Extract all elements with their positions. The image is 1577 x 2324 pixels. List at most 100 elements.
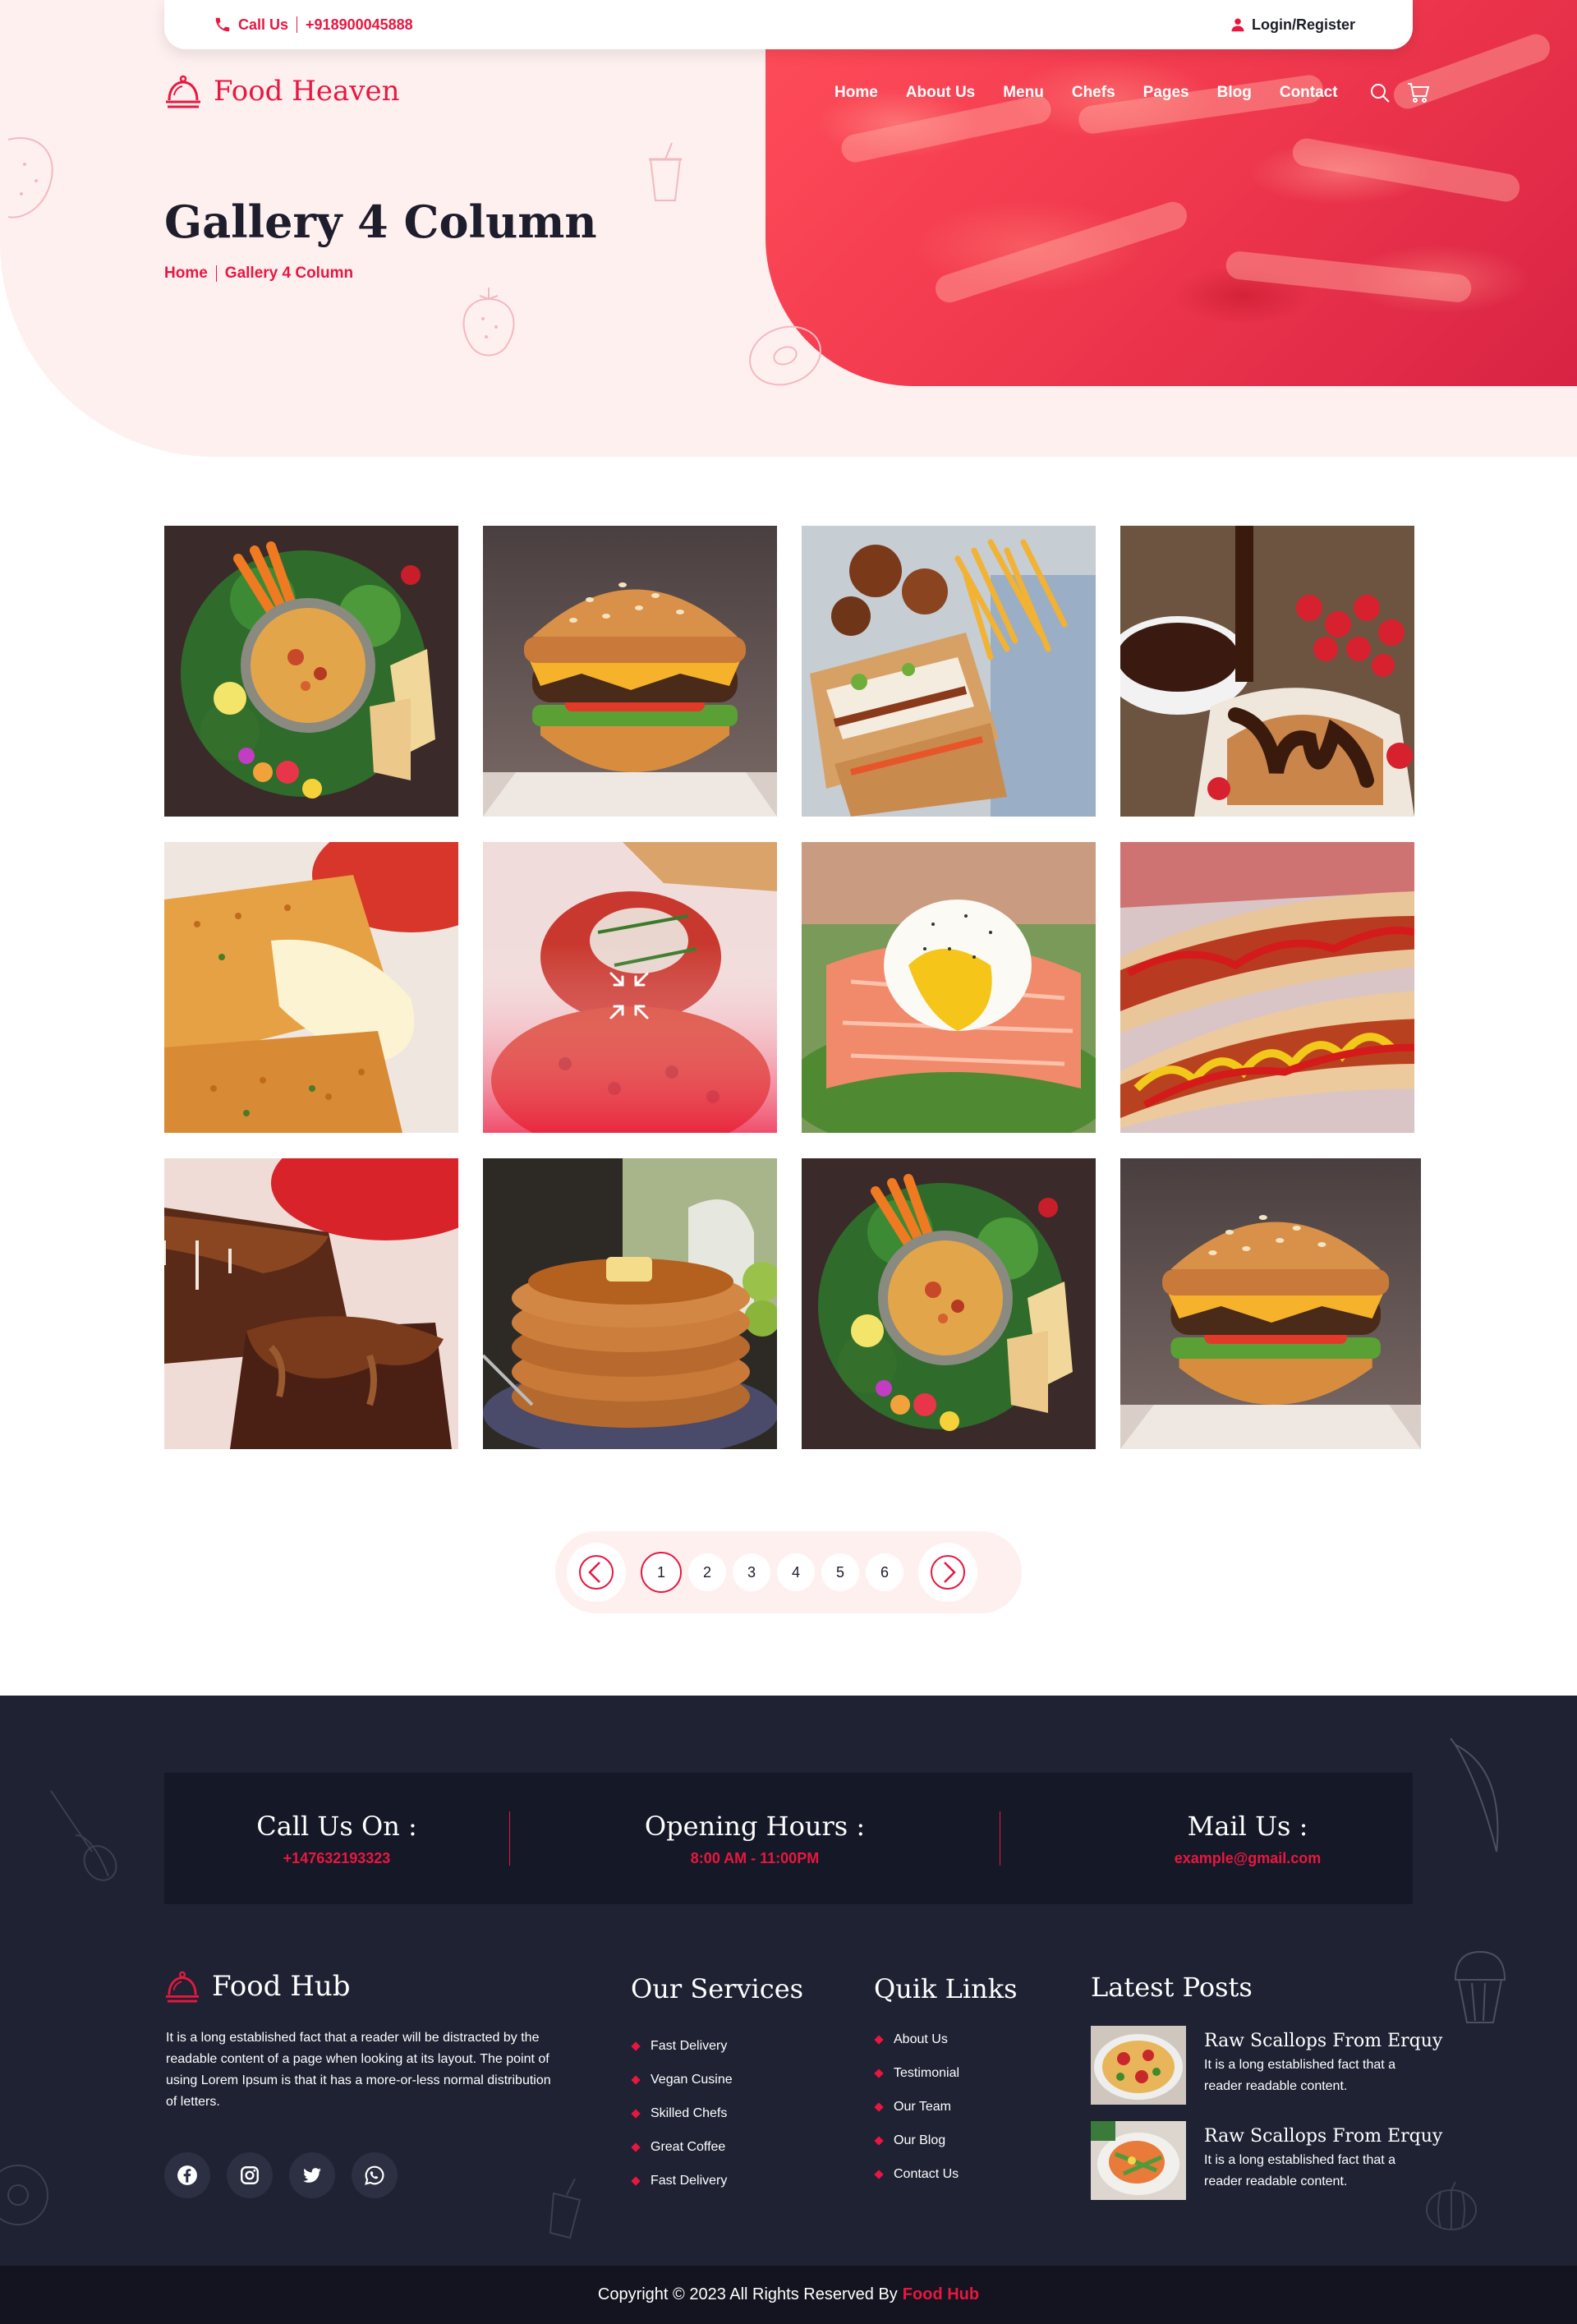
drink-cup-doodle-icon: [649, 142, 682, 201]
bullet-icon: [631, 2142, 641, 2152]
bullet-icon: [631, 2108, 641, 2119]
bullet-icon: [874, 2068, 884, 2078]
search-icon[interactable]: [1369, 82, 1391, 104]
page-1-button[interactable]: 1: [641, 1552, 682, 1593]
bullet-icon: [631, 2041, 641, 2051]
quick-link-about-us[interactable]: About Us: [874, 2023, 959, 2056]
bullet-icon: [874, 2135, 884, 2146]
phone-icon: [215, 17, 230, 32]
gallery-image-hummus-platter[interactable]: [164, 526, 458, 817]
footer-about-text: It is a long established fact that a rea…: [166, 2031, 551, 2109]
gallery-image-chocolate-brownie[interactable]: [164, 1158, 458, 1449]
services-title: Our Services: [631, 1973, 804, 2004]
gallery-image-cheeseburger[interactable]: [1120, 1158, 1421, 1449]
gallery-image-mozzarella-sticks[interactable]: [164, 842, 458, 1133]
main-nav: Home About Us Menu Chefs Pages Blog Cont…: [834, 82, 1443, 104]
copyright-bar: Copyright © 2023 All Rights Reserved By …: [0, 2266, 1577, 2324]
gallery-image-chicken-wrap-with-fries[interactable]: [802, 526, 1096, 817]
page-2-button[interactable]: 2: [688, 1553, 726, 1591]
strawberry-doodle-icon: [462, 288, 515, 357]
footer-logo[interactable]: Food Hub: [164, 1970, 351, 2003]
latest-posts-title: Latest Posts: [1091, 1972, 1253, 2003]
gallery-image-pancake-stack[interactable]: [483, 1158, 777, 1449]
page-6-button[interactable]: 6: [866, 1553, 903, 1591]
nav-item-contact[interactable]: Contact: [1280, 84, 1338, 102]
gallery-image-hummus-platter[interactable]: [802, 1158, 1096, 1449]
breadcrumb-divider: [215, 265, 217, 282]
phone-number[interactable]: +918900045888: [306, 16, 413, 34]
brand-name: Food Heaven: [214, 75, 400, 108]
login-register-link[interactable]: Login/Register: [1230, 16, 1355, 34]
page-5-button[interactable]: 5: [821, 1553, 859, 1591]
gallery-image-stuffed-tomato[interactable]: [483, 842, 777, 1133]
nav-item-menu[interactable]: Menu: [1003, 84, 1044, 102]
site-logo[interactable]: Food Heaven: [164, 74, 400, 108]
opening-hours-value: 8:00 AM - 11:00PM: [690, 1849, 820, 1866]
post-title[interactable]: Raw Scallops From Erquy: [1204, 2031, 1442, 2051]
bullet-icon: [631, 2175, 641, 2186]
post-excerpt: It is a long established fact that a rea…: [1204, 2153, 1396, 2188]
service-item[interactable]: Fast Delivery: [631, 2029, 733, 2063]
opening-hours-block: Opening Hours : 8:00 AM - 11:00PM: [510, 1811, 1000, 1867]
quick-link-testimonial[interactable]: Testimonial: [874, 2056, 959, 2090]
bullet-icon: [874, 2034, 884, 2045]
bullet-icon: [631, 2074, 641, 2085]
service-item[interactable]: Skilled Chefs: [631, 2096, 733, 2130]
service-item[interactable]: Vegan Cusine: [631, 2063, 733, 2096]
page-title: Gallery 4 Column: [164, 196, 597, 248]
mail-us-title: Mail Us :: [1187, 1810, 1308, 1842]
quick-link-our-team[interactable]: Our Team: [874, 2090, 959, 2124]
footer-brand-name: Food Hub: [212, 1970, 351, 2003]
cart-icon[interactable]: [1407, 82, 1430, 104]
top-bar: Call Us +918900045888 Login/Register: [164, 0, 1413, 49]
service-item[interactable]: Great Coffee: [631, 2130, 733, 2164]
post-thumbnail[interactable]: [1091, 2121, 1186, 2200]
breadcrumb-home[interactable]: Home: [164, 265, 208, 283]
call-us-label: Call Us: [238, 16, 289, 33]
cloche-icon: [166, 75, 200, 108]
donut-doodle-icon: [0, 2165, 48, 2225]
gallery-image-hot-dogs[interactable]: [1120, 842, 1414, 1133]
cupcake-doodle-icon: [1454, 1950, 1506, 2023]
donut-doodle-icon: [749, 325, 821, 386]
nav-item-blog[interactable]: Blog: [1217, 84, 1252, 102]
chili-doodle-icon: [1450, 1737, 1499, 1852]
post-thumbnail[interactable]: [1091, 2026, 1186, 2105]
page-3-button[interactable]: 3: [733, 1553, 770, 1591]
latest-post-item[interactable]: Raw Scallops From Erquy It is a long est…: [1091, 2121, 1442, 2200]
nav-item-home[interactable]: Home: [834, 84, 878, 102]
quick-link-our-blog[interactable]: Our Blog: [874, 2124, 959, 2157]
copyright-brand-link[interactable]: Food Hub: [903, 2285, 979, 2304]
nav-item-pages[interactable]: Pages: [1143, 84, 1189, 102]
gallery-image-chocolate-dessert[interactable]: [1120, 526, 1414, 817]
nav-item-about-us[interactable]: About Us: [906, 84, 975, 102]
gallery-image-poached-egg-salmon[interactable]: [802, 842, 1096, 1133]
breadcrumb: Home Gallery 4 Column: [164, 265, 353, 283]
mail-us-email[interactable]: example@gmail.com: [1083, 1850, 1413, 1867]
quick-links-list: About Us Testimonial Our Team Our Blog C…: [874, 2023, 959, 2191]
call-us-block: Call Us On : +147632193323: [164, 1811, 509, 1867]
bullet-icon: [874, 2101, 884, 2112]
login-register-label: Login/Register: [1251, 16, 1355, 33]
whatsapp-icon[interactable]: [352, 2152, 398, 2198]
latest-post-item[interactable]: Raw Scallops From Erquy It is a long est…: [1091, 2026, 1442, 2105]
strawberry-doodle-icon: [7, 137, 53, 219]
next-page-button[interactable]: [918, 1543, 977, 1602]
cloche-icon: [166, 1971, 199, 2003]
page-4-button[interactable]: 4: [777, 1553, 815, 1591]
call-us-phone[interactable]: +147632193323: [164, 1850, 509, 1867]
pagination: 1 2 3 4 5 6: [555, 1531, 1022, 1613]
call-us-link[interactable]: Call Us +918900045888: [214, 16, 413, 34]
gallery-image-cheeseburger[interactable]: [483, 526, 777, 817]
twitter-icon[interactable]: [289, 2152, 335, 2198]
user-icon: [1231, 18, 1244, 32]
instagram-icon[interactable]: [227, 2152, 273, 2198]
nav-item-chefs[interactable]: Chefs: [1072, 84, 1115, 102]
prev-page-button[interactable]: [567, 1543, 626, 1602]
post-title[interactable]: Raw Scallops From Erquy: [1204, 2126, 1442, 2147]
quick-link-contact-us[interactable]: Contact Us: [874, 2157, 959, 2191]
facebook-icon[interactable]: [164, 2152, 210, 2198]
service-item[interactable]: Fast Delivery: [631, 2164, 733, 2197]
contact-info-box: Call Us On : +147632193323 Opening Hours…: [164, 1773, 1413, 1904]
call-us-title: Call Us On :: [256, 1810, 417, 1842]
